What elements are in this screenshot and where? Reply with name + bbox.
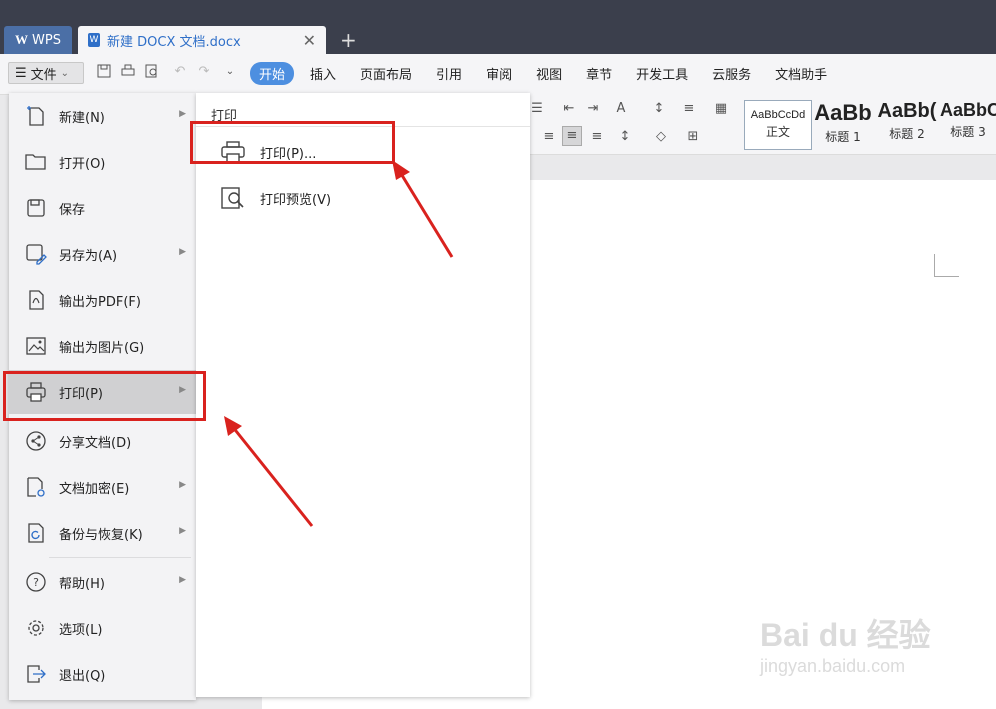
annotation-arrow-lower bbox=[224, 416, 314, 527]
watermark-url: jingyan.baidu.com bbox=[760, 656, 906, 676]
annotation-arrow-upper bbox=[392, 160, 454, 258]
baidu-watermark: Bai du 经验 jingyan.baidu.com bbox=[760, 610, 931, 677]
annotation-arrows bbox=[224, 160, 454, 527]
watermark-brand: Bai du 经验 bbox=[760, 617, 931, 653]
